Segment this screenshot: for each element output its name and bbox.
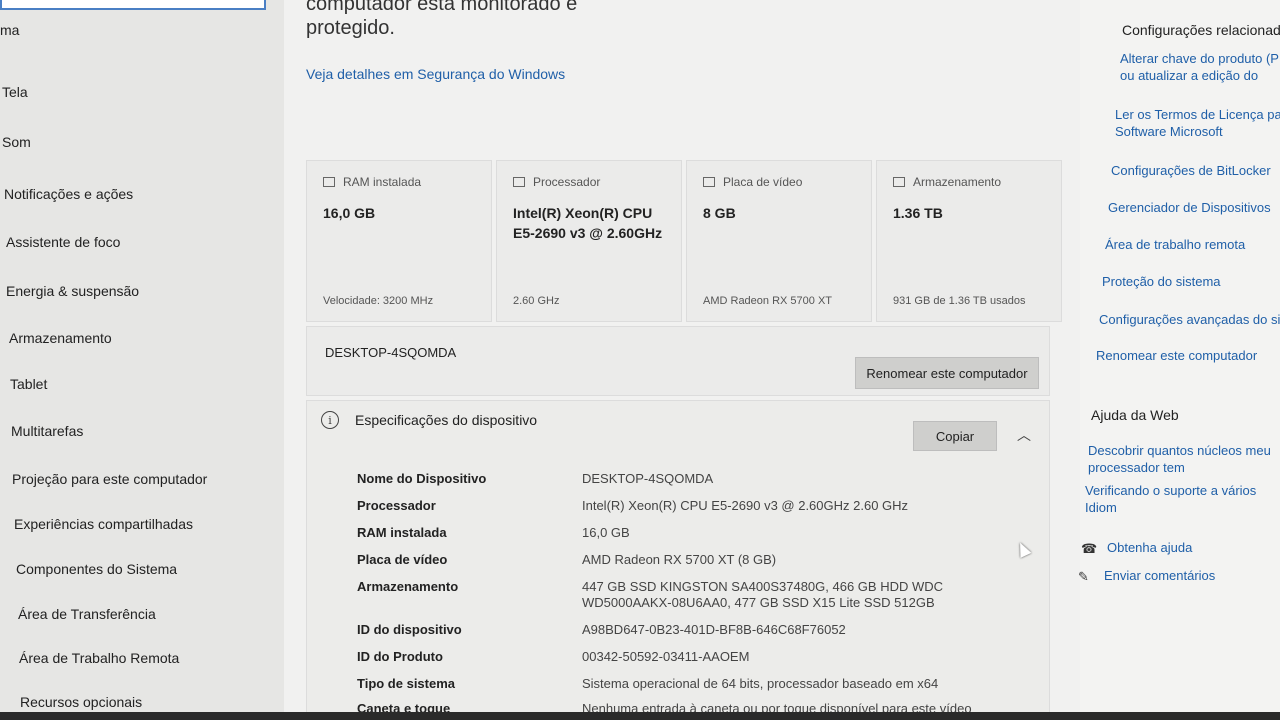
gpu-icon	[703, 177, 715, 187]
protection-line-2: protegido.	[306, 17, 395, 39]
protection-status-text: computador está monitorado e protegido.	[306, 0, 577, 40]
bitlocker-link[interactable]: Configurações de BitLocker	[1111, 162, 1280, 179]
settings-sidebar: ma Tela Som Notificações e ações Assiste…	[0, 0, 284, 720]
device-specs-title: Especificações do dispositivo	[355, 412, 538, 428]
get-help-link[interactable]: Obtenha ajuda	[1107, 540, 1192, 555]
spec-value: 16,0 GB	[582, 525, 630, 540]
sidebar-item-componentes[interactable]: Componentes do Sistema	[16, 561, 177, 577]
sidebar-section-label: ma	[0, 22, 20, 38]
security-details-link[interactable]: Veja detalhes em Segurança do Windows	[306, 66, 565, 82]
advanced-settings-link[interactable]: Configurações avançadas do sist	[1099, 311, 1280, 328]
spec-key: Nome do Dispositivo	[357, 471, 487, 486]
sidebar-item-armazenamento[interactable]: Armazenamento	[9, 330, 112, 346]
sidebar-item-area-transferencia[interactable]: Área de Transferência	[18, 606, 156, 622]
spec-value: AMD Radeon RX 5700 XT (8 GB)	[582, 552, 777, 567]
sidebar-item-tela[interactable]: Tela	[2, 84, 28, 100]
card-ram-sub: Velocidade: 3200 MHz	[323, 295, 434, 307]
card-gpu-sub: AMD Radeon RX 5700 XT	[703, 295, 833, 307]
spec-value: DESKTOP-4SQOMDA	[582, 471, 714, 486]
license-terms-link[interactable]: Ler os Termos de Licença para Software M…	[1115, 106, 1280, 140]
computer-name-row: DESKTOP-4SQOMDA Renomear este computador	[306, 326, 1050, 396]
spec-value: 00342-50592-03411-AAOEM	[582, 649, 750, 664]
rename-computer-button[interactable]: Renomear este computador	[855, 357, 1039, 389]
card-gpu: Placa de vídeo 8 GB AMD Radeon RX 5700 X…	[686, 160, 872, 322]
card-storage-title: Armazenamento	[913, 175, 1002, 189]
sidebar-item-multitarefas[interactable]: Multitarefas	[11, 423, 83, 439]
about-main-panel: computador está monitorado e protegido. …	[284, 0, 1080, 720]
cores-help-link[interactable]: Descobrir quantos núcleos meu processado…	[1088, 442, 1280, 476]
spec-key: Placa de vídeo	[357, 552, 448, 567]
spec-key: RAM instalada	[357, 525, 447, 540]
card-storage-value: 1.36 TB	[893, 205, 943, 221]
sidebar-item-experiencias[interactable]: Experiências compartilhadas	[14, 516, 193, 532]
search-input[interactable]	[0, 0, 266, 10]
sidebar-item-assistente-foco[interactable]: Assistente de foco	[6, 234, 120, 250]
card-gpu-title: Placa de vídeo	[723, 175, 803, 189]
info-icon: i	[321, 411, 339, 429]
system-protection-link[interactable]: Proteção do sistema	[1102, 273, 1280, 290]
protection-line-1: computador está monitorado e	[306, 0, 578, 15]
ram-icon	[323, 177, 335, 187]
feedback-icon: ✎	[1078, 568, 1089, 584]
spec-value: 447 GB SSD KINGSTON SA400S37480G, 466 GB…	[582, 579, 944, 610]
card-ram-title: RAM instalada	[343, 175, 422, 189]
card-cpu-value: Intel(R) Xeon(R) CPU E5-2690 v3 @ 2.60GH…	[513, 205, 663, 241]
spec-key: Processador	[357, 498, 436, 513]
spec-value: Sistema operacional de 64 bits, processa…	[582, 676, 939, 691]
summary-cards: RAM instalada 16,0 GB Velocidade: 3200 M…	[306, 160, 1062, 322]
taskbar-edge	[0, 712, 1280, 720]
device-manager-link[interactable]: Gerenciador de Dispositivos	[1108, 199, 1280, 216]
sidebar-item-som[interactable]: Som	[2, 134, 31, 150]
spec-value: Intel(R) Xeon(R) CPU E5-2690 v3 @ 2.60GH…	[582, 498, 909, 513]
spec-key: ID do dispositivo	[357, 622, 462, 637]
related-settings-panel: Configurações relacionadas Alterar chave…	[1078, 0, 1280, 720]
web-help-header: Ajuda da Web	[1091, 407, 1179, 423]
sidebar-item-projecao[interactable]: Projeção para este computador	[12, 471, 207, 487]
sidebar-item-notificacoes[interactable]: Notificações e ações	[4, 186, 133, 202]
spec-value: A98BD647-0B23-401D-BF8B-646C68F76052	[582, 622, 846, 637]
spec-key: ID do Produto	[357, 649, 443, 664]
sidebar-item-energia[interactable]: Energia & suspensão	[6, 283, 139, 299]
card-storage: Armazenamento 1.36 TB 931 GB de 1.36 TB …	[876, 160, 1062, 322]
card-cpu-sub: 2.60 GHz	[513, 295, 560, 307]
sidebar-item-recursos-opcionais[interactable]: Recursos opcionais	[20, 694, 142, 710]
copy-button[interactable]: Copiar	[913, 421, 997, 451]
feedback-link[interactable]: Enviar comentários	[1104, 568, 1215, 583]
sidebar-item-area-trabalho-remota[interactable]: Área de Trabalho Remota	[19, 650, 179, 666]
feedback-row[interactable]: ✎ Enviar comentários	[1078, 568, 1215, 584]
card-ram: RAM instalada 16,0 GB Velocidade: 3200 M…	[306, 160, 492, 322]
chevron-up-icon[interactable]: ︿	[1017, 425, 1037, 445]
get-help-row[interactable]: ☎ Obtenha ajuda	[1081, 540, 1192, 556]
help-icon: ☎	[1081, 540, 1098, 556]
card-storage-sub: 931 GB de 1.36 TB usados	[893, 295, 1026, 307]
card-cpu-title: Processador	[533, 175, 601, 189]
card-gpu-value: 8 GB	[703, 205, 736, 221]
languages-help-link[interactable]: Verificando o suporte a vários Idiom	[1085, 482, 1280, 516]
cpu-icon	[513, 177, 525, 187]
card-ram-value: 16,0 GB	[323, 205, 376, 221]
computer-name: DESKTOP-4SQOMDA	[325, 345, 457, 360]
remote-desktop-link[interactable]: Área de trabalho remota	[1105, 236, 1280, 253]
rename-computer-link[interactable]: Renomear este computador	[1096, 347, 1280, 364]
related-settings-header: Configurações relacionadas	[1122, 22, 1280, 38]
card-cpu: Processador Intel(R) Xeon(R) CPU E5-2690…	[496, 160, 682, 322]
storage-icon	[893, 177, 905, 187]
device-specs-section: i Especificações do dispositivo Copiar ︿…	[306, 400, 1050, 720]
change-product-key-link[interactable]: Alterar chave do produto (P Key) ou atua…	[1120, 50, 1280, 84]
spec-key: Armazenamento	[357, 579, 459, 594]
spec-key: Tipo de sistema	[357, 676, 456, 691]
sidebar-item-tablet[interactable]: Tablet	[10, 376, 47, 392]
